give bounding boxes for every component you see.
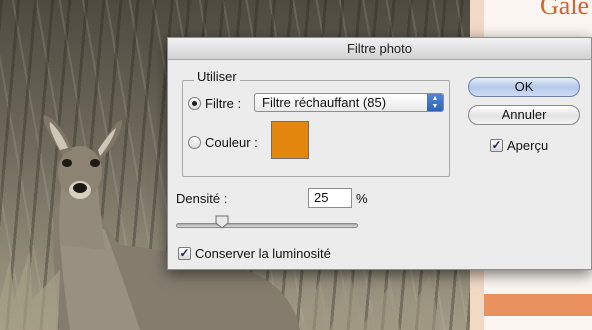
preserve-luminosity-label: Conserver la luminosité xyxy=(195,246,331,261)
density-slider-thumb[interactable] xyxy=(215,215,229,229)
dialog-title[interactable]: Filtre photo xyxy=(168,38,591,60)
webpage-orange-bar xyxy=(484,294,592,316)
filter-select[interactable]: Filtre réchauffant (85) ▲ ▼ xyxy=(254,93,444,112)
color-swatch[interactable] xyxy=(271,121,309,159)
color-label: Couleur : xyxy=(205,135,258,150)
filter-select-value: Filtre réchauffant (85) xyxy=(262,95,387,110)
density-slider-track[interactable] xyxy=(176,223,358,228)
preserve-luminosity-checkbox[interactable]: ✓ xyxy=(178,247,191,260)
preview-label: Aperçu xyxy=(507,138,549,153)
webpage-title: Gale xyxy=(540,0,590,20)
cancel-button[interactable]: Annuler xyxy=(468,105,580,125)
filter-radio[interactable] xyxy=(188,97,201,110)
filter-radio-row[interactable]: Filtre : xyxy=(188,96,241,111)
ok-button[interactable]: OK xyxy=(468,77,580,97)
photo-filter-dialog: Filtre photo Utiliser Filtre : Filtre ré… xyxy=(167,37,592,270)
color-radio[interactable] xyxy=(188,136,201,149)
updown-arrows-icon: ▲ ▼ xyxy=(427,94,443,111)
density-label: Densité : xyxy=(176,191,228,206)
preview-checkbox[interactable]: ✓ xyxy=(490,139,503,152)
density-input[interactable]: 25 xyxy=(308,188,352,208)
preserve-luminosity-row[interactable]: ✓ Conserver la luminosité xyxy=(178,246,331,261)
preview-checkbox-row[interactable]: ✓ Aperçu xyxy=(490,138,548,153)
density-value: 25 xyxy=(314,190,329,205)
use-group-label: Utiliser xyxy=(194,69,240,84)
color-radio-row[interactable]: Couleur : xyxy=(188,135,258,150)
filter-label: Filtre : xyxy=(205,96,242,111)
density-unit: % xyxy=(356,191,368,206)
